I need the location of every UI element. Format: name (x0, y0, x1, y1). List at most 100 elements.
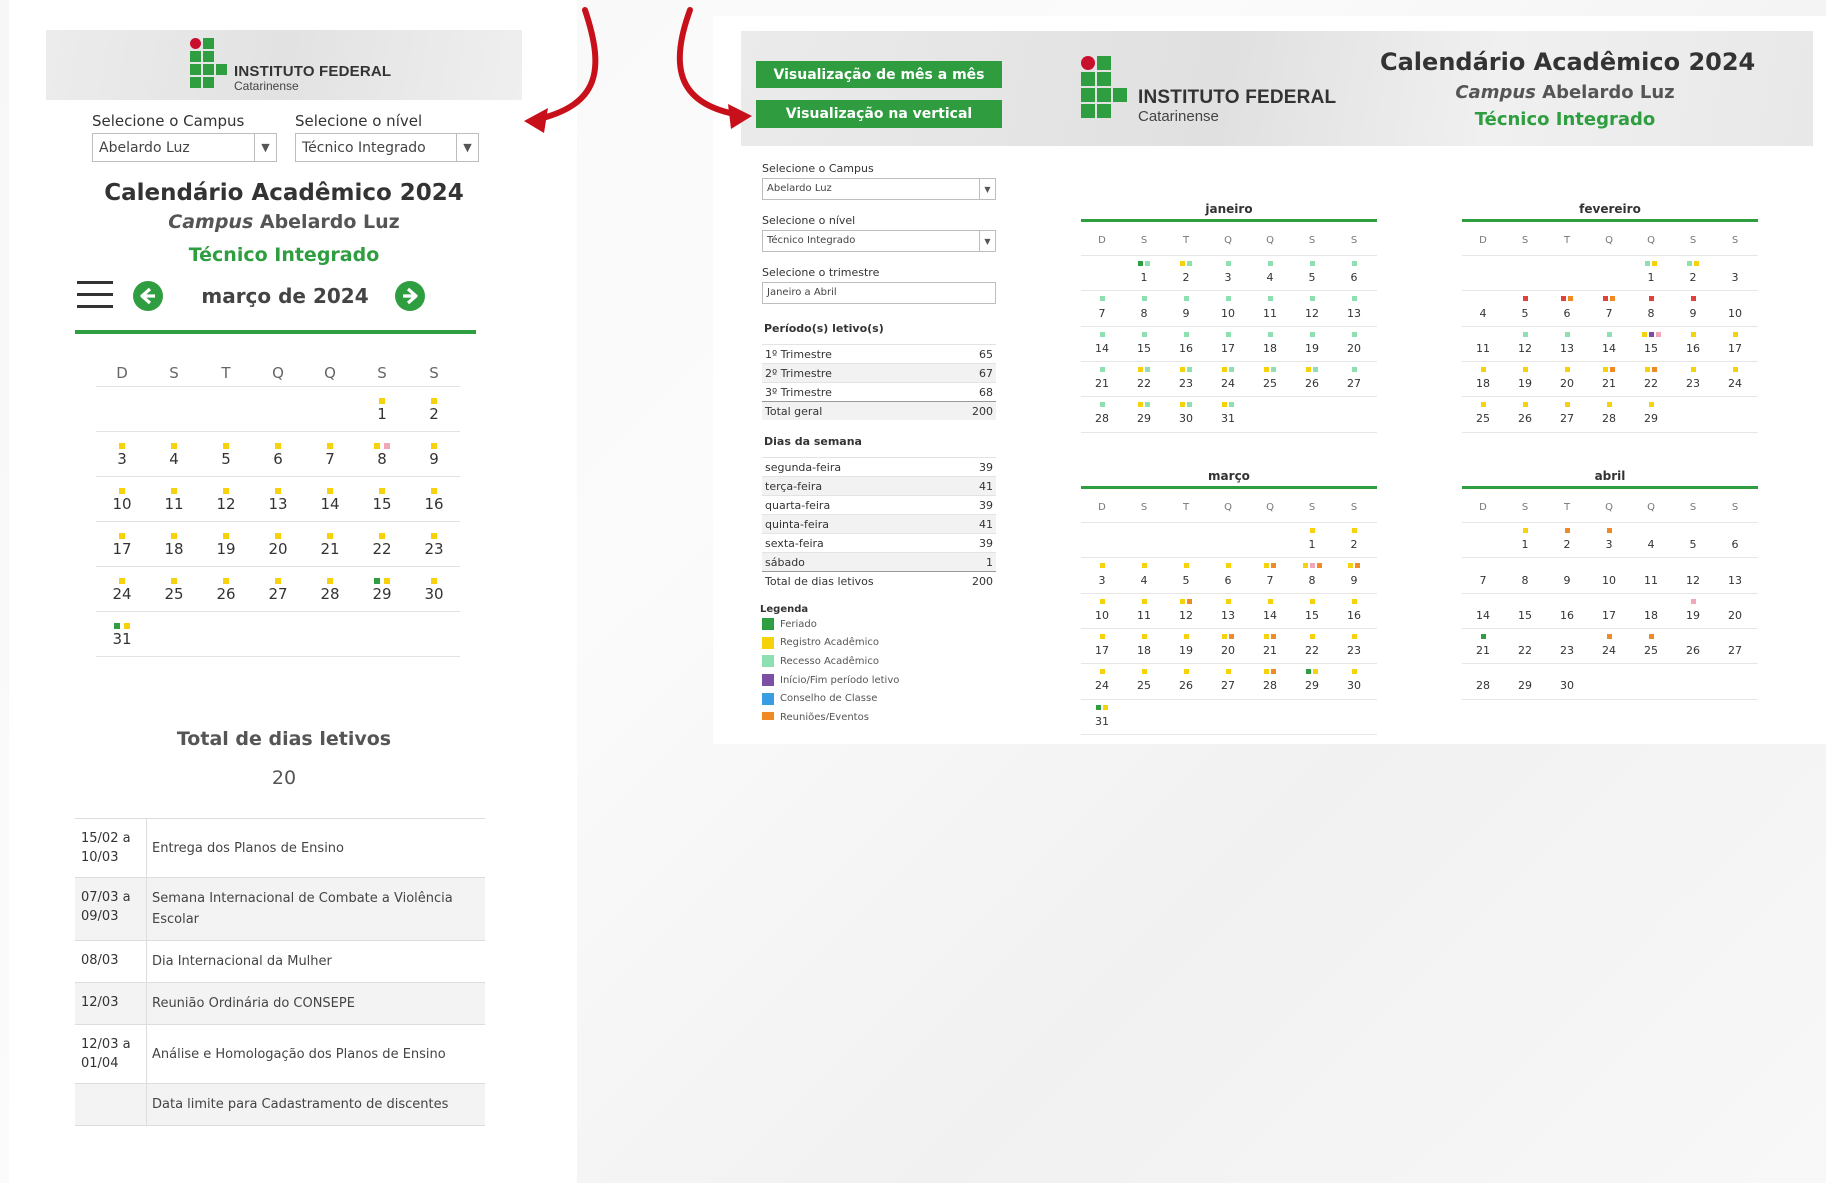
calendar-day[interactable]: 21 (1588, 361, 1630, 396)
calendar-day[interactable]: 21 (1249, 628, 1291, 663)
calendar-day[interactable]: 15 (1291, 593, 1333, 628)
calendar-day[interactable]: 13 (252, 476, 304, 521)
calendar-day[interactable]: 7 (1462, 557, 1504, 592)
calendar-day[interactable]: 5 (1672, 522, 1714, 557)
calendar-day[interactable]: 16 (1333, 593, 1375, 628)
calendar-day[interactable]: 27 (1714, 628, 1756, 663)
calendar-day[interactable]: 4 (1630, 522, 1672, 557)
calendar-day[interactable]: 14 (1462, 593, 1504, 628)
calendar-day[interactable]: 23 (408, 521, 460, 566)
calendar-day[interactable]: 12 (1165, 593, 1207, 628)
calendar-day[interactable]: 7 (1588, 290, 1630, 325)
calendar-day[interactable]: 29 (1291, 663, 1333, 698)
calendar-day[interactable]: 25 (1462, 396, 1504, 431)
calendar-day[interactable]: 2 (1672, 255, 1714, 290)
calendar-day[interactable]: 18 (1630, 593, 1672, 628)
calendar-day[interactable]: 8 (1123, 290, 1165, 325)
calendar-day[interactable]: 25 (1249, 361, 1291, 396)
calendar-day[interactable]: 22 (356, 521, 408, 566)
calendar-day[interactable]: 16 (1546, 593, 1588, 628)
event-row[interactable]: 07/03 a 09/03 Semana Internacional de Com… (75, 878, 485, 941)
calendar-day[interactable]: 12 (1291, 290, 1333, 325)
calendar-day[interactable]: 29 (1504, 663, 1546, 698)
calendar-day[interactable]: 23 (1165, 361, 1207, 396)
calendar-day[interactable]: 20 (1714, 593, 1756, 628)
calendar-day[interactable]: 15 (1504, 593, 1546, 628)
level-select[interactable]: Técnico Integrado ▼ (295, 133, 479, 162)
calendar-day[interactable]: 9 (1165, 290, 1207, 325)
calendar-day[interactable]: 23 (1672, 361, 1714, 396)
calendar-day[interactable]: 5 (1165, 557, 1207, 592)
calendar-day[interactable]: 23 (1333, 628, 1375, 663)
calendar-day[interactable]: 30 (408, 566, 460, 611)
calendar-day[interactable]: 19 (1165, 628, 1207, 663)
calendar-day[interactable]: 27 (1333, 361, 1375, 396)
calendar-day[interactable]: 7 (1249, 557, 1291, 592)
calendar-day[interactable]: 6 (1333, 255, 1375, 290)
calendar-day[interactable]: 7 (304, 431, 356, 476)
calendar-day[interactable]: 27 (252, 566, 304, 611)
calendar-day[interactable]: 16 (1165, 326, 1207, 361)
calendar-day[interactable]: 16 (408, 476, 460, 521)
calendar-day[interactable]: 28 (1462, 663, 1504, 698)
calendar-day[interactable]: 25 (148, 566, 200, 611)
calendar-day[interactable]: 22 (1123, 361, 1165, 396)
calendar-day[interactable]: 4 (148, 431, 200, 476)
calendar-day[interactable]: 10 (1588, 557, 1630, 592)
event-row[interactable]: 12/03 a 01/04 Análise e Homologação dos P… (75, 1025, 485, 1084)
calendar-day[interactable]: 30 (1333, 663, 1375, 698)
calendar-day[interactable]: 23 (1546, 628, 1588, 663)
calendar-day[interactable]: 20 (1333, 326, 1375, 361)
month-by-month-button[interactable]: Visualização de mês a mês (756, 61, 1002, 88)
calendar-day[interactable]: 24 (1714, 361, 1756, 396)
calendar-day[interactable]: 19 (1291, 326, 1333, 361)
calendar-day[interactable]: 30 (1546, 663, 1588, 698)
calendar-day[interactable]: 14 (1588, 326, 1630, 361)
vertical-view-button[interactable]: Visualização na vertical (756, 100, 1002, 128)
calendar-day[interactable]: 21 (1081, 361, 1123, 396)
calendar-day[interactable]: 18 (1123, 628, 1165, 663)
event-row[interactable]: 12/03 Reunião Ordinária do CONSEPE (75, 983, 485, 1025)
trimestre-input[interactable]: Janeiro a Abril (762, 282, 996, 304)
calendar-day[interactable]: 24 (1588, 628, 1630, 663)
calendar-day[interactable]: 18 (1249, 326, 1291, 361)
calendar-day[interactable]: 24 (1207, 361, 1249, 396)
calendar-day[interactable]: 1 (1123, 255, 1165, 290)
calendar-day[interactable]: 9 (1333, 557, 1375, 592)
calendar-day[interactable]: 6 (252, 431, 304, 476)
calendar-day[interactable]: 6 (1546, 290, 1588, 325)
calendar-day[interactable]: 6 (1714, 522, 1756, 557)
calendar-day[interactable]: 8 (1291, 557, 1333, 592)
calendar-day[interactable]: 5 (1291, 255, 1333, 290)
calendar-day[interactable]: 24 (96, 566, 148, 611)
calendar-day[interactable]: 17 (96, 521, 148, 566)
calendar-day[interactable]: 14 (304, 476, 356, 521)
calendar-day[interactable]: 4 (1123, 557, 1165, 592)
calendar-day[interactable]: 13 (1333, 290, 1375, 325)
calendar-day[interactable]: 27 (1546, 396, 1588, 431)
calendar-day[interactable]: 15 (1630, 326, 1672, 361)
calendar-day[interactable]: 12 (200, 476, 252, 521)
calendar-day[interactable]: 31 (1081, 699, 1123, 734)
calendar-day[interactable]: 31 (1207, 396, 1249, 431)
calendar-day[interactable]: 1 (1630, 255, 1672, 290)
calendar-day[interactable]: 10 (1207, 290, 1249, 325)
calendar-day[interactable]: 26 (1504, 396, 1546, 431)
calendar-day[interactable]: 21 (1462, 628, 1504, 663)
hamburger-menu-icon[interactable] (77, 281, 113, 309)
calendar-day[interactable]: 1 (356, 386, 408, 431)
calendar-day[interactable]: 9 (1672, 290, 1714, 325)
calendar-day[interactable]: 2 (1333, 522, 1375, 557)
calendar-day[interactable]: 10 (96, 476, 148, 521)
calendar-day[interactable]: 4 (1249, 255, 1291, 290)
calendar-day[interactable]: 22 (1504, 628, 1546, 663)
calendar-day[interactable]: 14 (1249, 593, 1291, 628)
calendar-day[interactable]: 1 (1504, 522, 1546, 557)
calendar-day[interactable]: 26 (1672, 628, 1714, 663)
calendar-day[interactable]: 28 (1249, 663, 1291, 698)
calendar-day[interactable]: 3 (1081, 557, 1123, 592)
calendar-day[interactable]: 12 (1504, 326, 1546, 361)
calendar-day[interactable]: 13 (1546, 326, 1588, 361)
calendar-day[interactable]: 11 (1630, 557, 1672, 592)
campus-select[interactable]: Abelardo Luz ▼ (92, 133, 277, 162)
